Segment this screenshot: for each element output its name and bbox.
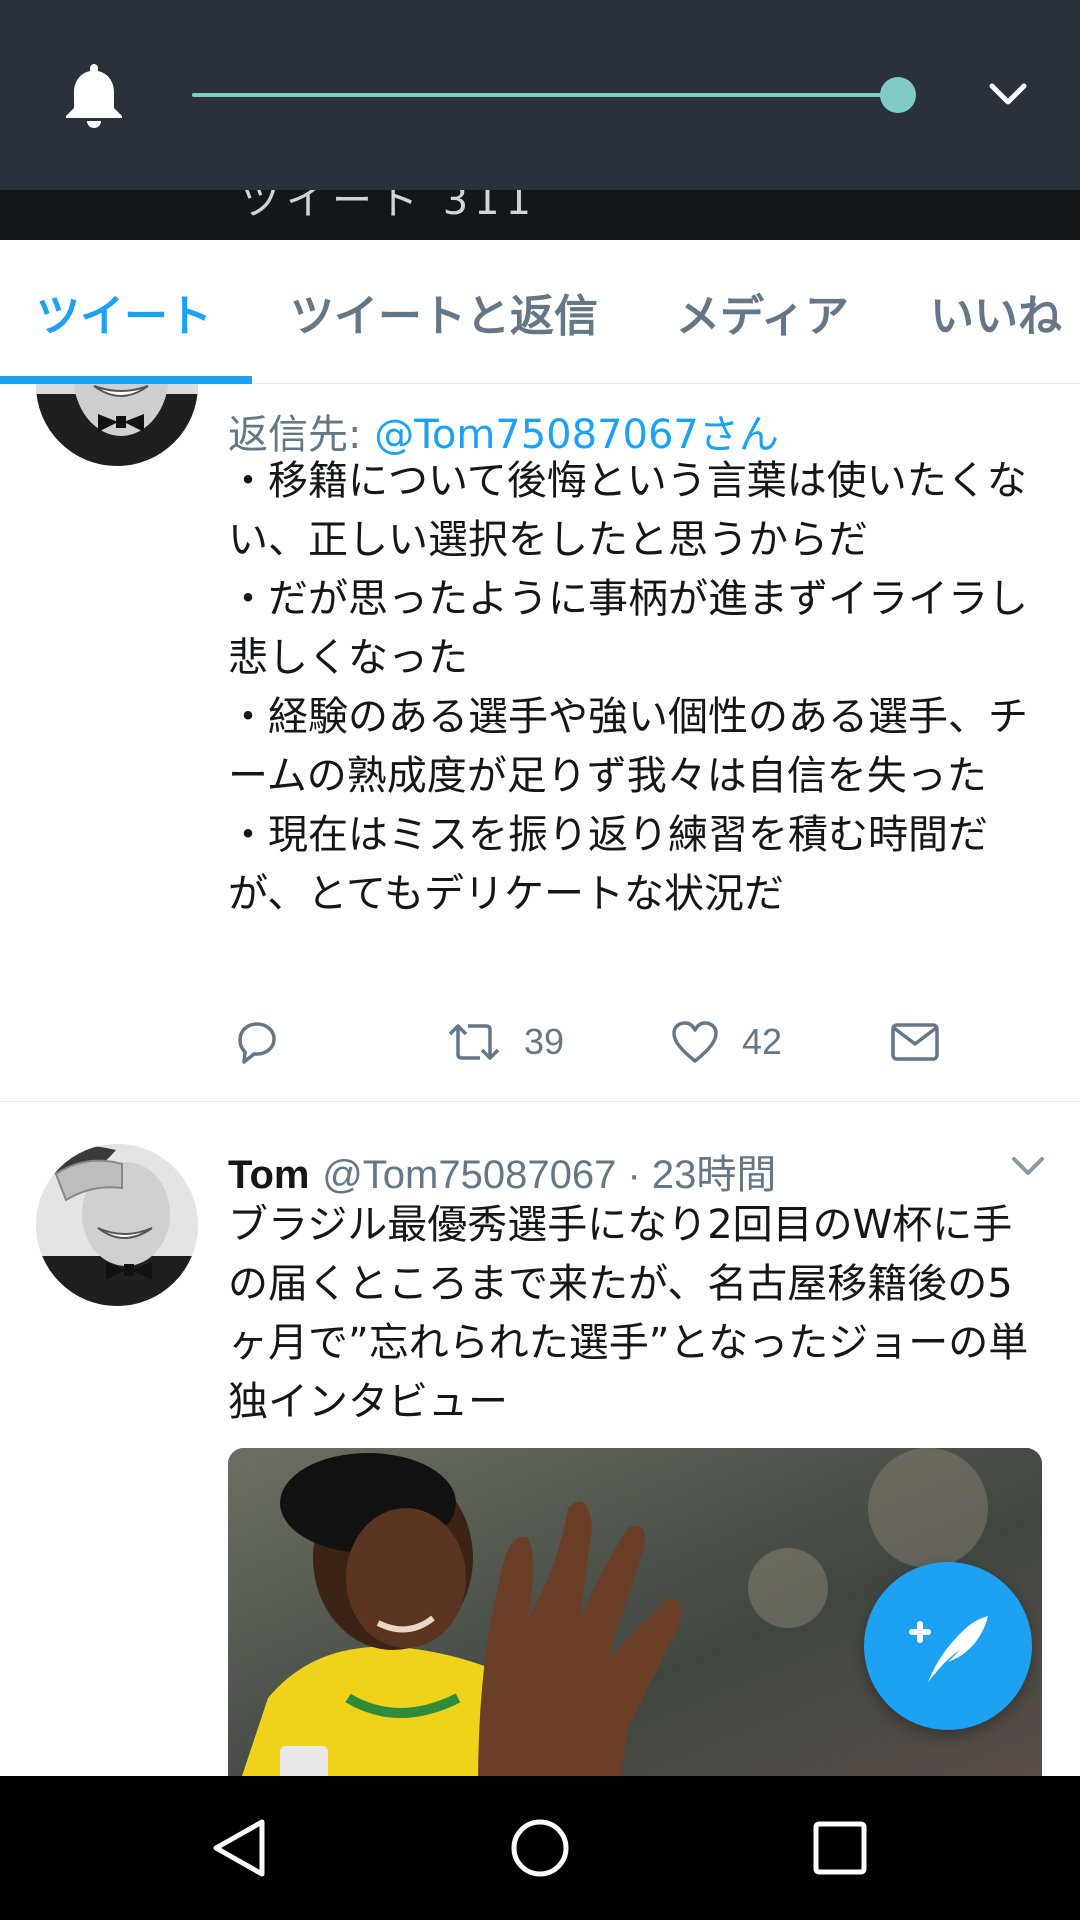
chevron-down-icon[interactable] (1010, 1154, 1046, 1178)
tweet-actions: 39 42 (228, 1012, 1048, 1072)
system-nav-bar (0, 1776, 1080, 1920)
bell-icon[interactable] (62, 60, 126, 130)
volume-slider-thumb[interactable] (879, 77, 916, 113)
share-dm-button[interactable] (890, 1012, 940, 1072)
tab-indicator (0, 376, 252, 384)
reply-icon (238, 1022, 276, 1064)
tweet-divider (0, 1101, 1080, 1102)
author-handle[interactable]: @Tom75087067 (322, 1153, 616, 1197)
home-icon[interactable] (504, 1812, 576, 1884)
profile-header-strip: ツイート 311 (0, 190, 1080, 240)
tab-tweets-and-replies[interactable]: ツイートと返信 (290, 280, 598, 344)
volume-panel (0, 0, 1080, 190)
tweet-text: ・移籍について後悔という言葉は使いたくない、正しい選択をしたと思うからだ ・だが… (228, 458, 1028, 917)
profile-tabs: ツイート ツイートと返信 メディア いいね (0, 240, 1080, 384)
retweet-icon (448, 1024, 500, 1060)
envelope-icon (891, 1023, 939, 1061)
avatar-photo (36, 384, 198, 466)
chevron-down-icon[interactable] (988, 80, 1028, 108)
tweet-text: ブラジル最優秀選手になり2回目のW杯に手の届くところまで来たが、名古屋移籍後の5… (228, 1202, 1029, 1425)
tab-media[interactable]: メディア (676, 280, 849, 344)
compose-feather-icon (909, 1616, 988, 1682)
volume-slider[interactable] (192, 77, 916, 113)
tweet-time: · 23時間 (616, 1153, 777, 1197)
retweet-count: 39 (524, 1021, 565, 1062)
heart-icon (672, 1021, 718, 1063)
avatar[interactable] (36, 1144, 198, 1306)
recents-icon[interactable] (804, 1812, 876, 1884)
reply-button[interactable] (232, 1012, 280, 1072)
tweet-header: Tom @Tom75087067 · 23時間 (228, 1142, 776, 1200)
screen: ツイート 311 ツイート ツイートと返信 メディア いいね 返信先: @Tom… (0, 0, 1080, 1920)
avatar[interactable] (36, 384, 198, 466)
like-count: 42 (742, 1021, 783, 1062)
like-button[interactable]: 42 (670, 1012, 782, 1072)
avatar-photo (36, 1144, 198, 1306)
tab-likes[interactable]: いいね (930, 280, 1062, 344)
author-name[interactable]: Tom (228, 1153, 309, 1197)
volume-slider-fill (192, 93, 898, 97)
back-icon[interactable] (204, 1812, 276, 1884)
tweet-count-label: ツイート 311 (240, 190, 538, 224)
compose-tweet-button[interactable] (864, 1562, 1032, 1730)
tab-tweets[interactable]: ツイート (36, 280, 212, 344)
retweet-button[interactable]: 39 (446, 1012, 564, 1072)
